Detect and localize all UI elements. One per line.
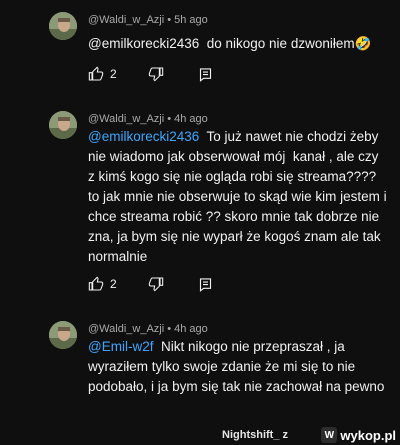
comment-actions: 2 [88, 274, 248, 294]
comment-age[interactable]: 4h ago [174, 113, 208, 125]
comment-text: @emilkorecki2436 To już nawet nie chodzi… [88, 127, 388, 267]
avatar[interactable] [49, 111, 77, 139]
wykop-logo-icon: W [321, 427, 338, 443]
reply-button[interactable] [198, 64, 213, 84]
comment-author[interactable]: @Waldi_w_Azji [88, 323, 164, 335]
comment-meta: @Waldi_w_Azji • 4h ago [88, 323, 208, 335]
wykop-logo: Wwykop.pl [321, 425, 396, 445]
comment-message: To już nawet nie chodzi żeby nie wiadomo… [88, 129, 391, 264]
comment-mention[interactable]: @Emil-w2f [88, 339, 153, 354]
comment-meta: @Waldi_w_Azji • 4h ago [88, 113, 208, 125]
meta-separator: • [164, 113, 175, 125]
like-count: 2 [110, 277, 117, 291]
like-button[interactable]: 2 [88, 274, 117, 294]
avatar-image-icon [49, 111, 77, 139]
like-count: 2 [110, 67, 117, 81]
comment-age[interactable]: 5h ago [174, 14, 208, 26]
dislike-button[interactable] [148, 64, 164, 84]
wykop-logo-text: wykop.pl [340, 427, 396, 443]
avatar[interactable] [49, 12, 77, 40]
reply-comment-icon [199, 277, 212, 292]
comment-mention[interactable]: @emilkorecki2436 [88, 129, 199, 144]
comment-message: do nikogo nie dzwoniłem🤣 [199, 36, 372, 51]
avatar[interactable] [49, 321, 77, 349]
avatar-image-icon [49, 321, 77, 349]
meta-separator: • [164, 14, 175, 26]
comment-text: @emilkorecki2436 do nikogo nie dzwoniłem… [88, 34, 388, 54]
reply-comment-icon [199, 67, 212, 82]
comment-mention: @emilkorecki2436 [88, 36, 200, 51]
reply-button[interactable] [198, 274, 213, 294]
comment-text: @Emil-w2f Nikt nikogo nie przepraszał , … [88, 337, 388, 397]
avatar-image-icon [49, 12, 77, 40]
comment-author[interactable]: @Waldi_w_Azji [88, 14, 164, 26]
like-button[interactable]: 2 [88, 64, 117, 84]
thumb-up-icon [88, 66, 104, 81]
watermark-footer: Nightshift_ z Wwykop.pl [0, 425, 400, 445]
comment-actions: 2 [88, 64, 248, 84]
thumb-up-icon [88, 276, 104, 291]
meta-separator: • [164, 323, 175, 335]
dislike-button[interactable] [148, 274, 164, 294]
comment-age[interactable]: 4h ago [174, 323, 208, 335]
comment-meta: @Waldi_w_Azji • 5h ago [88, 14, 208, 26]
comment-author[interactable]: @Waldi_w_Azji [88, 113, 164, 125]
thumb-down-icon [148, 67, 164, 82]
thumb-down-icon [148, 277, 164, 292]
watermark-username: Nightshift_ z [222, 429, 288, 441]
